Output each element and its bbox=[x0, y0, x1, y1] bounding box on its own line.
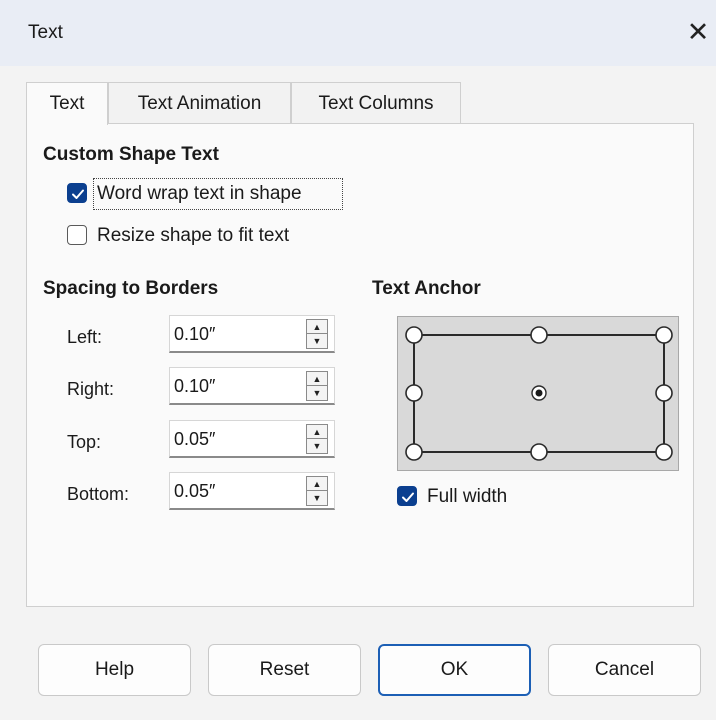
anchor-center-selected[interactable] bbox=[531, 385, 547, 401]
anchor-bottom-left[interactable] bbox=[405, 443, 423, 461]
dialog-footer: Help Reset OK Cancel bbox=[0, 607, 716, 720]
top-spin-buttons[interactable]: ▲ ▼ bbox=[306, 424, 328, 454]
resize-shape-label[interactable]: Resize shape to fit text bbox=[97, 225, 289, 247]
ok-button[interactable]: OK bbox=[378, 644, 531, 696]
left-spin-field[interactable]: 0.10″ ▲ ▼ bbox=[169, 315, 335, 353]
close-icon[interactable]: ✕ bbox=[686, 18, 710, 46]
bottom-spin-field[interactable]: 0.05″ ▲ ▼ bbox=[169, 472, 335, 510]
anchor-grid bbox=[405, 326, 673, 461]
anchor-top-right[interactable] bbox=[655, 326, 673, 344]
window-title: Text bbox=[28, 22, 63, 43]
anchor-bottom-center[interactable] bbox=[530, 443, 548, 461]
left-label: Left: bbox=[67, 327, 103, 347]
top-spin-field[interactable]: 0.05″ ▲ ▼ bbox=[169, 420, 335, 458]
checkmark-icon bbox=[402, 492, 414, 502]
anchor-middle-left[interactable] bbox=[405, 384, 423, 402]
spacing-heading: Spacing to Borders bbox=[43, 278, 219, 299]
tab-text-animation[interactable]: Text Animation bbox=[108, 82, 291, 124]
right-spin-field[interactable]: 0.10″ ▲ ▼ bbox=[169, 367, 335, 405]
tab-panel: Custom Shape Text Word wrap text in shap… bbox=[26, 123, 694, 607]
word-wrap-checkbox[interactable] bbox=[67, 183, 87, 203]
bottom-spin-buttons[interactable]: ▲ ▼ bbox=[306, 476, 328, 506]
bottom-value[interactable]: 0.05″ bbox=[174, 481, 215, 502]
anchor-top-left[interactable] bbox=[405, 326, 423, 344]
anchor-middle-right[interactable] bbox=[655, 384, 673, 402]
spin-up-icon[interactable]: ▲ bbox=[307, 425, 327, 439]
help-button[interactable]: Help bbox=[38, 644, 191, 696]
spin-down-icon[interactable]: ▼ bbox=[307, 334, 327, 348]
spin-down-icon[interactable]: ▼ bbox=[307, 386, 327, 400]
left-value[interactable]: 0.10″ bbox=[174, 324, 215, 345]
right-value[interactable]: 0.10″ bbox=[174, 376, 215, 397]
anchor-bottom-right[interactable] bbox=[655, 443, 673, 461]
spin-up-icon[interactable]: ▲ bbox=[307, 320, 327, 334]
custom-shape-text-heading: Custom Shape Text bbox=[43, 144, 219, 165]
anchor-top-center[interactable] bbox=[530, 326, 548, 344]
bottom-label: Bottom: bbox=[67, 484, 130, 504]
right-label: Right: bbox=[67, 379, 115, 399]
top-label: Top: bbox=[67, 432, 102, 452]
full-width-checkbox[interactable] bbox=[397, 486, 417, 506]
spin-up-icon[interactable]: ▲ bbox=[307, 372, 327, 386]
spin-down-icon[interactable]: ▼ bbox=[307, 491, 327, 505]
reset-button[interactable]: Reset bbox=[208, 644, 361, 696]
right-spin-buttons[interactable]: ▲ ▼ bbox=[306, 371, 328, 401]
word-wrap-label[interactable]: Word wrap text in shape bbox=[97, 183, 302, 205]
left-spin-buttons[interactable]: ▲ ▼ bbox=[306, 319, 328, 349]
text-anchor-heading: Text Anchor bbox=[372, 278, 481, 299]
checkmark-icon bbox=[72, 189, 84, 199]
cancel-button[interactable]: Cancel bbox=[548, 644, 701, 696]
spin-up-icon[interactable]: ▲ bbox=[307, 477, 327, 491]
tab-text[interactable]: Text bbox=[26, 82, 108, 125]
top-value[interactable]: 0.05″ bbox=[174, 429, 215, 450]
tab-text-columns[interactable]: Text Columns bbox=[291, 82, 461, 124]
text-anchor-selector[interactable] bbox=[397, 316, 679, 471]
title-bar: Text ✕ bbox=[0, 0, 716, 66]
resize-shape-checkbox[interactable] bbox=[67, 225, 87, 245]
spin-down-icon[interactable]: ▼ bbox=[307, 439, 327, 453]
full-width-label[interactable]: Full width bbox=[427, 486, 507, 508]
